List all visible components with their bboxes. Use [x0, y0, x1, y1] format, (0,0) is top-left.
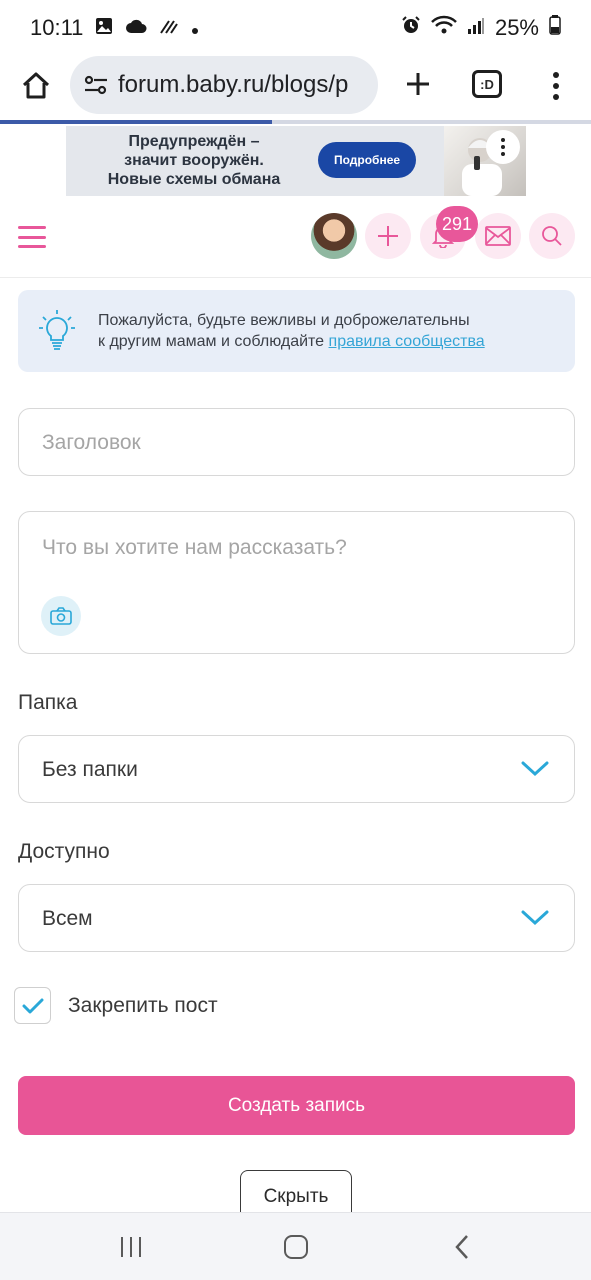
notice-line-prefix: к другим мамам и соблюдайте: [98, 333, 325, 350]
signal-activity-icon: [159, 15, 179, 41]
chevron-down-icon: [520, 758, 550, 778]
body-textarea[interactable]: Что вы хотите нам рассказать?: [18, 511, 575, 654]
title-input[interactable]: Заголовок: [18, 408, 575, 476]
site-settings-icon[interactable]: [82, 71, 110, 99]
status-bar: 10:11 25%: [0, 0, 591, 56]
page-load-progress-fill: [0, 120, 272, 124]
system-nav-bar: [0, 1212, 591, 1280]
notice-text: Пожалуйста, будьте вежливы и доброжелате…: [98, 310, 558, 352]
new-tab-icon[interactable]: [398, 64, 438, 104]
browser-toolbar: forum.baby.ru/blogs/p :D: [0, 56, 591, 122]
status-left: 10:11: [30, 15, 199, 41]
dot-icon: [191, 15, 199, 41]
tabs-icon[interactable]: :D: [472, 70, 502, 98]
access-label: Доступно: [18, 840, 110, 863]
home-icon[interactable]: [16, 66, 56, 106]
camera-icon[interactable]: [41, 596, 81, 636]
ad-banner[interactable]: Предупреждён – значит вооружён. Новые сх…: [66, 126, 526, 196]
folder-select-value: Без папки: [42, 758, 138, 781]
recent-apps-icon[interactable]: [115, 1231, 147, 1263]
mail-icon[interactable]: [475, 213, 521, 259]
cloud-icon: [125, 15, 147, 41]
avatar[interactable]: [311, 213, 357, 259]
ad-headline-line: значит вооружён.: [124, 152, 264, 169]
page-load-progress: [0, 120, 591, 124]
title-placeholder: Заголовок: [42, 431, 141, 454]
notification-badge: 291: [436, 206, 479, 242]
tabs-label: :D: [480, 76, 494, 92]
access-select[interactable]: Всем: [18, 884, 575, 952]
ad-options-icon[interactable]: [486, 130, 520, 164]
battery-icon: [549, 15, 561, 41]
status-right: 25%: [401, 15, 561, 41]
status-time: 10:11: [30, 15, 84, 40]
pin-post-checkbox[interactable]: [14, 987, 51, 1024]
url-text: forum.baby.ru/blogs/p: [118, 71, 349, 98]
ad-headline: Предупреждён – значит вооружён. Новые сх…: [84, 132, 304, 189]
community-rules-link[interactable]: правила сообщества: [329, 333, 485, 350]
gallery-icon: [95, 15, 113, 41]
chevron-down-icon: [520, 907, 550, 927]
ad-headline-line: Новые схемы обмана: [107, 171, 281, 188]
body-placeholder: Что вы хотите нам рассказать?: [42, 536, 347, 559]
ad-more-button[interactable]: Подробнее: [318, 142, 416, 178]
site-header: [0, 208, 591, 278]
folder-label: Папка: [18, 691, 78, 714]
wifi-icon: [431, 15, 457, 41]
back-icon[interactable]: [446, 1231, 478, 1263]
access-select-value: Всем: [42, 907, 93, 930]
search-icon[interactable]: [529, 213, 575, 259]
home-nav-icon[interactable]: [280, 1231, 312, 1263]
menu-icon[interactable]: [18, 226, 46, 248]
battery-percent: 25%: [494, 15, 539, 40]
cell-signal-icon: [467, 15, 485, 41]
community-notice: Пожалуйста, будьте вежливы и доброжелате…: [18, 290, 575, 372]
ad-headline-line: Предупреждён –: [128, 133, 260, 150]
folder-select[interactable]: Без папки: [18, 735, 575, 803]
alarm-icon: [401, 15, 421, 41]
check-icon: [22, 998, 43, 1013]
pin-post-label[interactable]: Закрепить пост: [68, 994, 218, 1018]
hide-button[interactable]: Скрыть: [240, 1170, 352, 1214]
add-icon[interactable]: [365, 213, 411, 259]
create-post-button[interactable]: Создать запись: [18, 1076, 575, 1135]
notice-line: Пожалуйста, будьте вежливы и доброжелате…: [98, 312, 470, 329]
address-bar[interactable]: forum.baby.ru/blogs/p: [70, 56, 378, 114]
lightbulb-icon: [38, 308, 76, 352]
more-vert-icon[interactable]: [544, 66, 568, 106]
notice-line: к другим мамам и соблюдайте правила сооб…: [98, 331, 558, 352]
